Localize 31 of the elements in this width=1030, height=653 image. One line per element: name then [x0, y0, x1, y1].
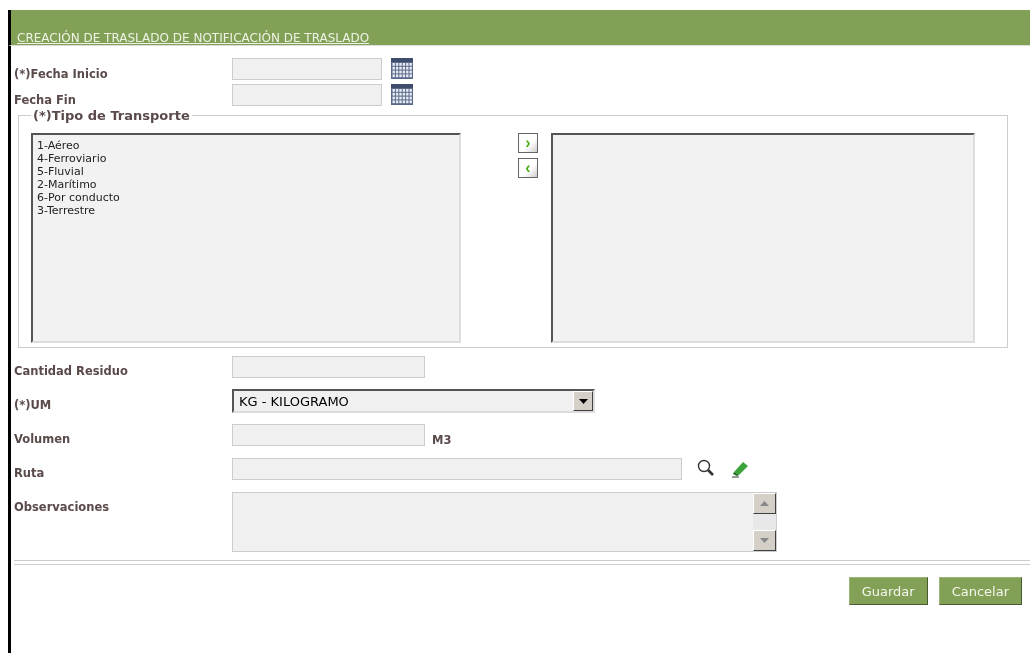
calendar-icon[interactable] — [390, 58, 414, 80]
field-label: Ruta — [14, 465, 46, 480]
scroll-down-icon — [760, 538, 769, 543]
fieldset-legend: (*)Tipo de Transporte — [31, 108, 192, 123]
list-option[interactable]: 4-Ferroviario — [37, 152, 455, 165]
quantity-field[interactable] — [232, 356, 425, 378]
list-option[interactable]: 6-Por conducto — [37, 191, 455, 204]
list-option[interactable]: 1-Aéreo — [37, 139, 455, 152]
route-field[interactable] — [232, 458, 682, 480]
field-label: Volumen — [14, 431, 72, 446]
field-label: (*)UM — [14, 397, 53, 412]
scrollbar[interactable] — [753, 493, 776, 551]
selected-listbox[interactable] — [551, 133, 975, 343]
available-listbox[interactable]: 1-Aéreo 4-Ferroviario 5-Fluvial 2-Marítimo 6-Por conducto 3-Terrestre — [31, 133, 461, 343]
unit-label: M3 — [432, 433, 452, 447]
list-option[interactable]: 5-Fluvial — [37, 165, 455, 178]
list-option[interactable]: 3-Terrestre — [37, 204, 455, 217]
date-field[interactable] — [232, 58, 382, 80]
field-label: Cantidad Residuo — [14, 363, 129, 378]
date-field[interactable] — [232, 84, 382, 106]
field-label: Observaciones — [14, 499, 111, 514]
scroll-up-icon — [760, 501, 769, 506]
calendar-icon[interactable] — [390, 84, 414, 106]
volume-field[interactable] — [232, 424, 425, 446]
form-title: CREACIÓN DE TRASLADO DE NOTIFICACIÓN DE TRASLADO — [17, 31, 370, 45]
list-option[interactable]: 2-Marítimo — [37, 178, 455, 191]
unit-dropdown[interactable]: KG - KILOGRAMO — [232, 389, 595, 413]
caret-icon — [578, 398, 588, 404]
field-label: (*)Fecha Inicio — [14, 66, 109, 81]
search-icon[interactable] — [696, 458, 716, 478]
field-label: Fecha Fin — [14, 92, 77, 107]
